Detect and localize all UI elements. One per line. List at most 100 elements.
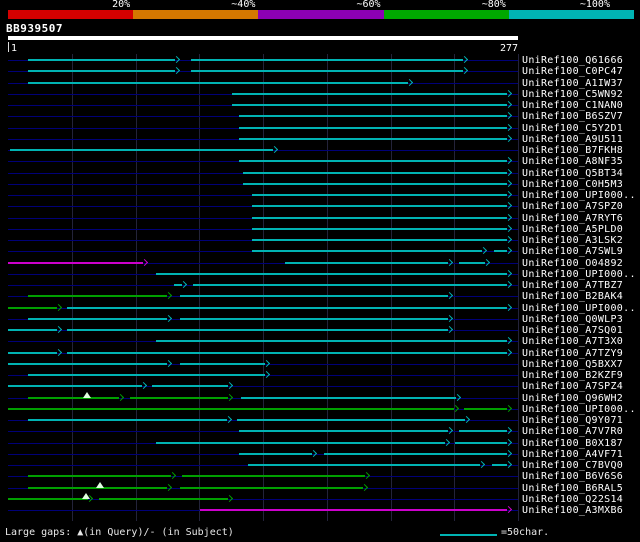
alignment-segment[interactable] [8, 329, 57, 331]
hit-label[interactable]: UniRef100_UPI000.. [522, 303, 636, 314]
alignment-segment[interactable] [238, 452, 312, 455]
hit-label[interactable]: UniRef100_A7SPZ4 [522, 381, 623, 392]
hit-label[interactable]: UniRef100_O04892 [522, 258, 623, 269]
alignment-segment[interactable] [28, 396, 120, 399]
alignment-segment[interactable] [28, 81, 408, 84]
alignment-segment[interactable] [190, 59, 464, 61]
hit-label[interactable]: UniRef100_UPI000.. [522, 404, 636, 415]
hit-label[interactable]: UniRef100_C0PC47 [522, 66, 623, 77]
alignment-segment[interactable] [251, 216, 508, 219]
alignment-segment[interactable] [248, 464, 480, 466]
alignment-segment[interactable] [238, 126, 508, 129]
alignment-segment[interactable] [152, 385, 229, 388]
alignment-segment[interactable] [179, 486, 364, 489]
alignment-segment[interactable] [67, 329, 449, 331]
hit-label[interactable]: UniRef100_A7SPZ0 [522, 201, 623, 212]
alignment-segment[interactable] [129, 396, 229, 399]
alignment-segment[interactable] [28, 317, 168, 320]
alignment-segment[interactable] [98, 497, 229, 500]
hit-label[interactable]: UniRef100_C5WN92 [522, 89, 623, 100]
alignment-segment[interactable] [67, 351, 508, 354]
alignment-segment[interactable] [200, 509, 508, 511]
alignment-segment[interactable] [251, 239, 508, 241]
hit-label[interactable]: UniRef100_C5Y2D1 [522, 123, 623, 134]
alignment-segment[interactable] [179, 295, 449, 298]
alignment-segment[interactable] [8, 351, 57, 354]
alignment-segment[interactable] [455, 441, 508, 444]
hit-label[interactable]: UniRef100_Q96WH2 [522, 393, 623, 404]
hit-label[interactable]: UniRef100_UPI000.. [522, 269, 636, 280]
hit-label[interactable]: UniRef100_A9U511 [522, 134, 623, 145]
hit-label[interactable]: UniRef100_A7SWL9 [522, 246, 623, 257]
hit-label[interactable]: UniRef100_A4VF71 [522, 449, 623, 460]
hit-label[interactable]: UniRef100_A7SQ01 [522, 325, 623, 336]
hit-label[interactable]: UniRef100_B6V6S6 [522, 471, 623, 482]
hit-label[interactable]: UniRef100_C1NAN0 [522, 100, 623, 111]
hit-label[interactable]: UniRef100_C7BVQ0 [522, 460, 623, 471]
alignment-segment[interactable] [231, 92, 508, 95]
alignment-segment[interactable] [9, 149, 273, 151]
alignment-segment[interactable] [8, 385, 142, 388]
hit-label[interactable]: UniRef100_Q5BXX7 [522, 359, 623, 370]
alignment-segment[interactable] [458, 261, 486, 264]
alignment-segment[interactable] [8, 261, 144, 264]
alignment-segment[interactable] [238, 115, 508, 118]
hit-label[interactable]: UniRef100_Q5BT34 [522, 168, 623, 179]
alignment-segment[interactable] [8, 306, 57, 309]
alignment-segment[interactable] [231, 104, 508, 106]
alignment-segment[interactable] [323, 452, 508, 455]
alignment-segment[interactable] [67, 306, 508, 309]
hit-label[interactable]: UniRef100_Q9Y071 [522, 415, 623, 426]
hit-label[interactable]: UniRef100_C0H5M3 [522, 179, 623, 190]
alignment-segment[interactable] [238, 137, 508, 140]
hit-label[interactable]: UniRef100_B2BAK4 [522, 291, 623, 302]
alignment-segment[interactable] [179, 362, 266, 365]
hit-label[interactable]: UniRef100_Q0WLP3 [522, 314, 623, 325]
hit-label[interactable]: UniRef100_A3MXB6 [522, 505, 623, 516]
alignment-segment[interactable] [237, 419, 465, 421]
alignment-segment[interactable] [28, 59, 175, 61]
alignment-segment[interactable] [181, 475, 366, 478]
alignment-segment[interactable] [242, 182, 508, 185]
alignment-segment[interactable] [28, 70, 175, 73]
hit-label[interactable]: UniRef100_B6SZV7 [522, 111, 623, 122]
hit-label[interactable]: UniRef100_A7TZY9 [522, 348, 623, 359]
alignment-segment[interactable] [251, 250, 482, 253]
alignment-segment[interactable] [155, 441, 445, 444]
alignment-segment[interactable] [251, 227, 508, 230]
alignment-segment[interactable] [192, 284, 508, 286]
hit-label[interactable]: UniRef100_A7TBZ7 [522, 280, 623, 291]
hit-label[interactable]: UniRef100_B2KZF9 [522, 370, 623, 381]
hit-label[interactable]: UniRef100_Q22S14 [522, 494, 623, 505]
hit-label[interactable]: UniRef100_A7V7R0 [522, 426, 623, 437]
alignment-segment[interactable] [285, 261, 449, 264]
alignment-segment[interactable] [155, 340, 508, 343]
hit-label[interactable]: UniRef100_A3LSK2 [522, 235, 623, 246]
alignment-segment[interactable] [251, 205, 508, 208]
alignment-segment[interactable] [240, 396, 456, 399]
hit-label[interactable]: UniRef100_A5PLD0 [522, 224, 623, 235]
alignment-segment[interactable] [28, 419, 227, 421]
hit-label[interactable]: UniRef100_B0X187 [522, 438, 623, 449]
hit-label[interactable]: UniRef100_B7FKH8 [522, 145, 623, 156]
alignment-segment[interactable] [458, 430, 508, 433]
alignment-segment[interactable] [8, 497, 88, 500]
hit-label[interactable]: UniRef100_UPI000.. [522, 190, 636, 201]
alignment-segment[interactable] [28, 475, 172, 478]
alignment-segment[interactable] [8, 407, 454, 410]
alignment-segment[interactable] [190, 70, 464, 73]
alignment-segment[interactable] [155, 272, 508, 275]
alignment-segment[interactable] [242, 171, 508, 174]
hit-label[interactable]: UniRef100_Q61666 [522, 55, 623, 66]
alignment-segment[interactable] [238, 430, 449, 433]
alignment-segment[interactable] [464, 407, 508, 410]
alignment-segment[interactable] [238, 160, 508, 163]
alignment-segment[interactable] [28, 374, 266, 376]
hit-label[interactable]: UniRef100_B6RAL5 [522, 483, 623, 494]
hit-label[interactable]: UniRef100_A7T3X0 [522, 336, 623, 347]
hit-label[interactable]: UniRef100_A8NF35 [522, 156, 623, 167]
alignment-segment[interactable] [8, 362, 168, 365]
hit-label[interactable]: UniRef100_A7RYT6 [522, 213, 623, 224]
alignment-segment[interactable] [28, 295, 168, 298]
hit-label[interactable]: UniRef100_A1IW37 [522, 78, 623, 89]
